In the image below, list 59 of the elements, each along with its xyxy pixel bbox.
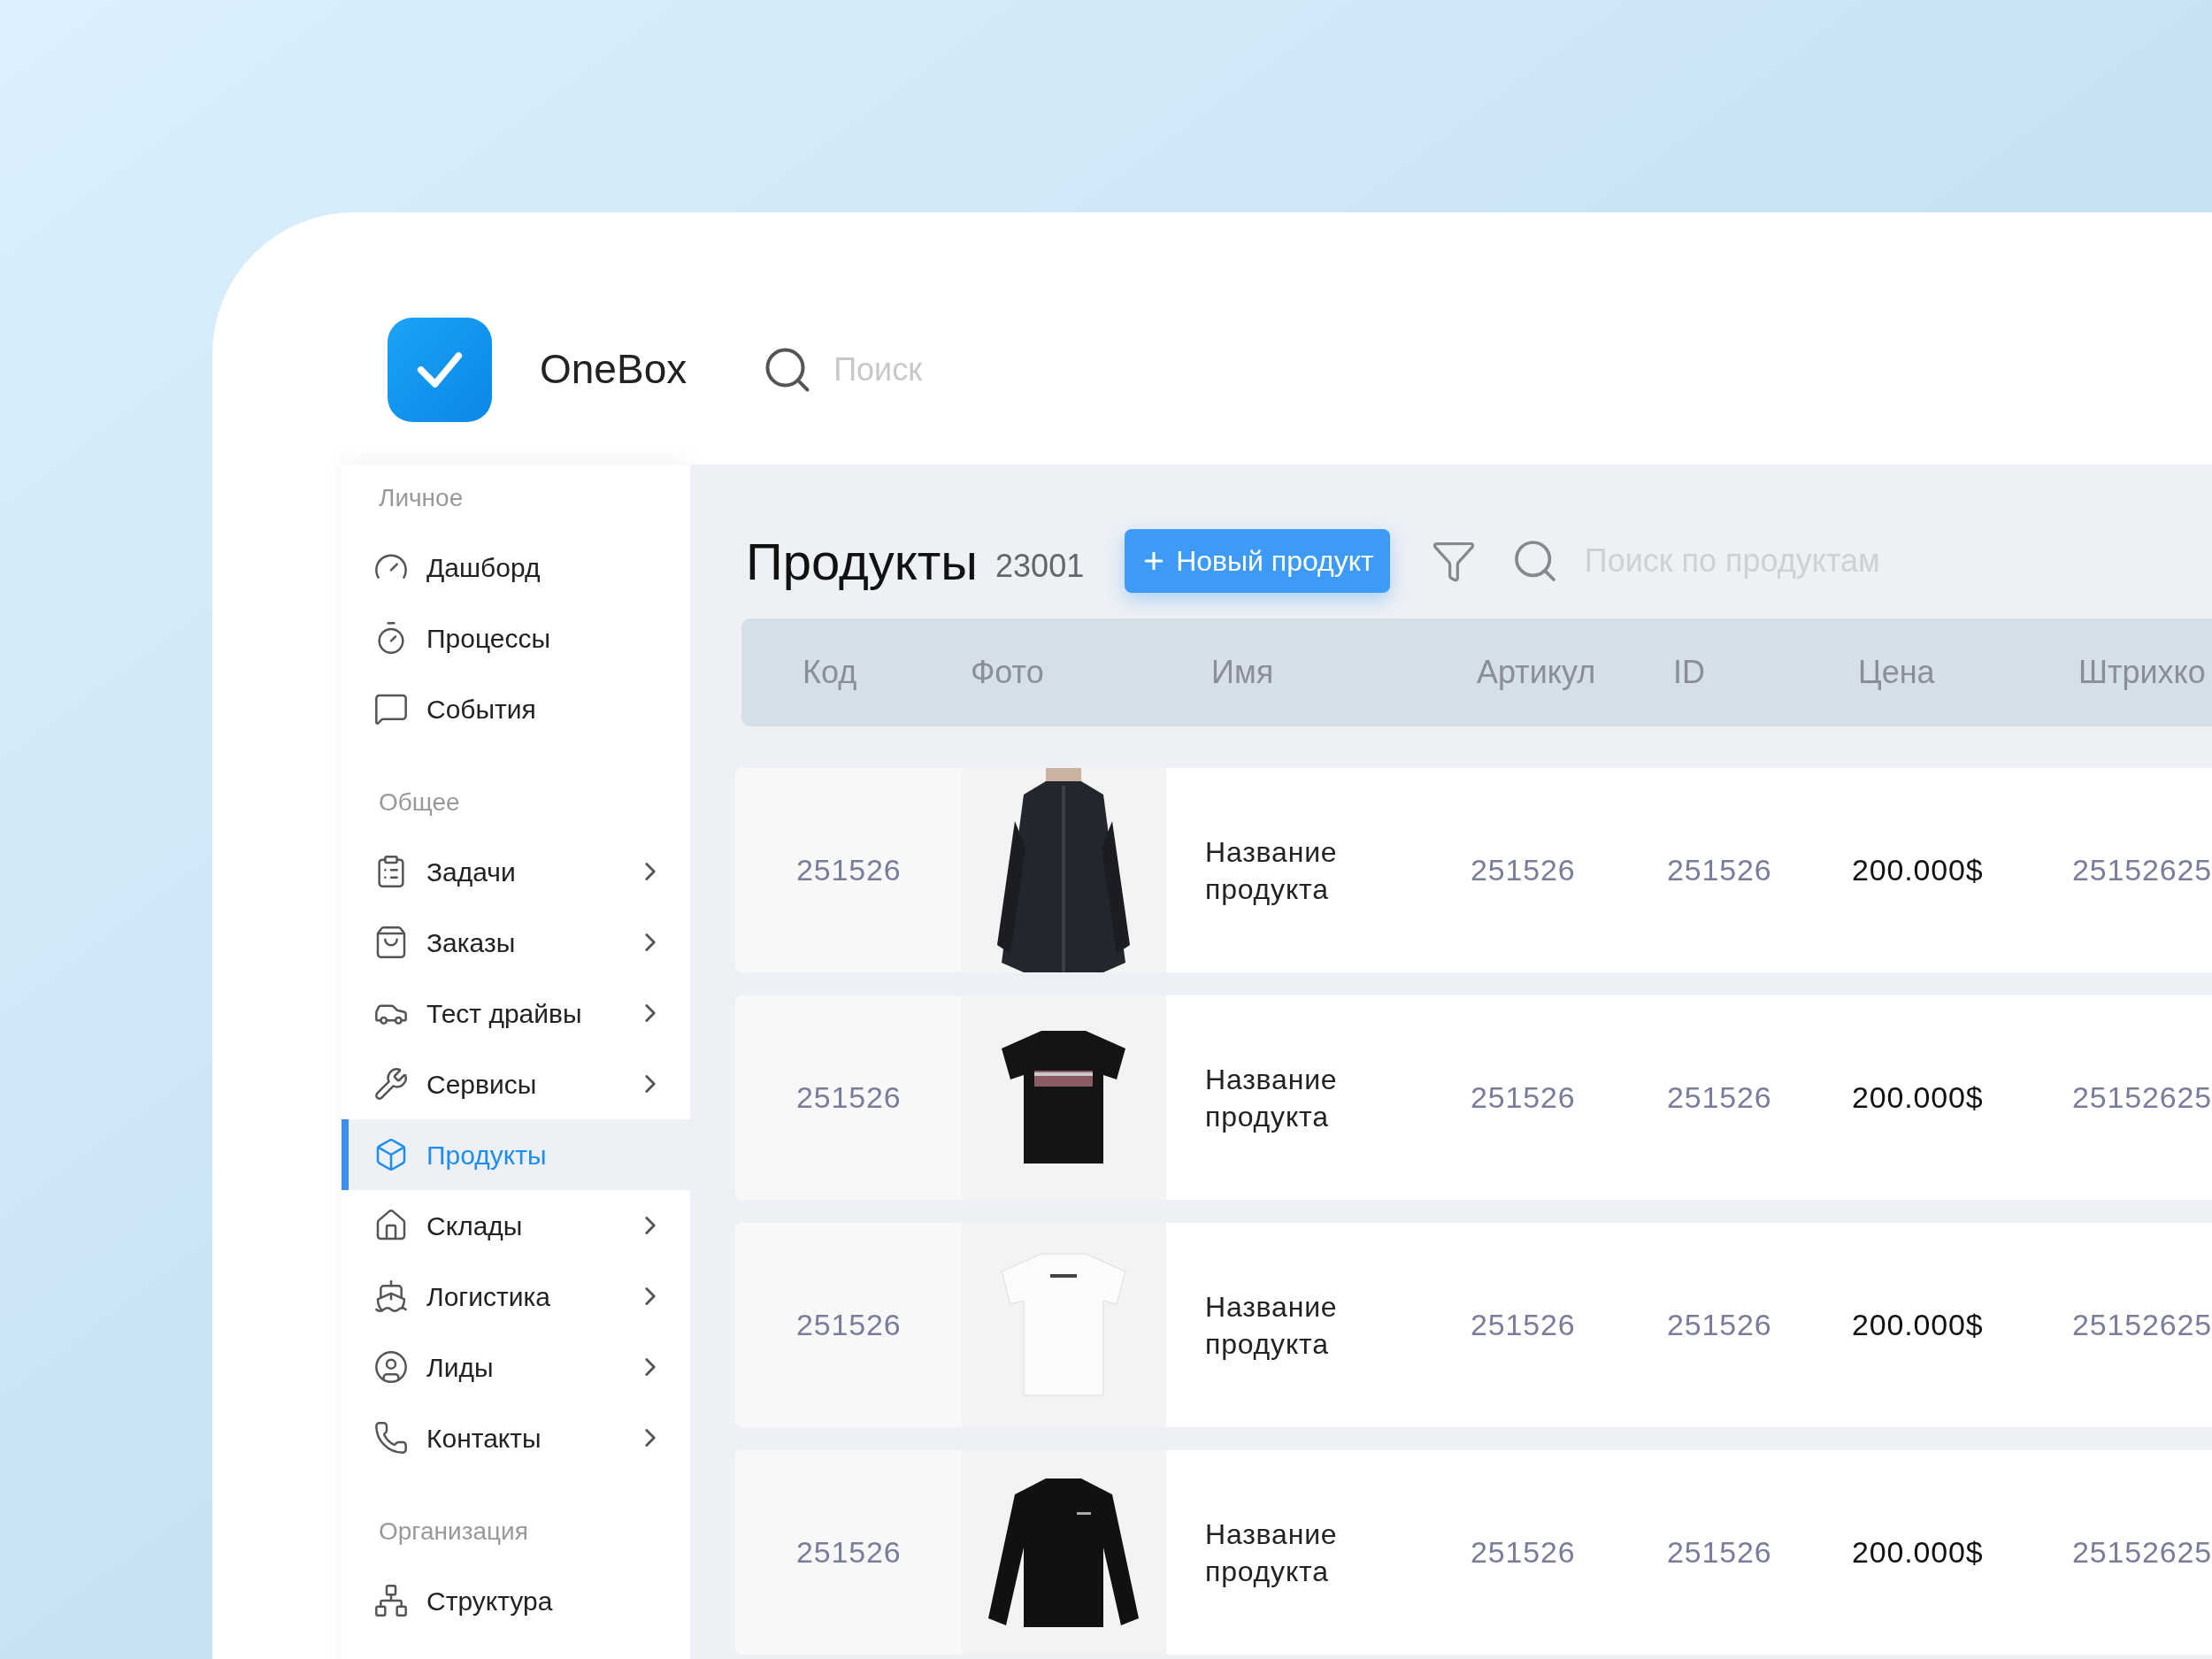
column-header: Цена bbox=[1857, 653, 1936, 692]
hierarchy-icon bbox=[373, 1583, 409, 1618]
table-cell-text: 25152625 bbox=[2071, 1534, 2212, 1571]
table-cell-text: 251526 bbox=[1666, 852, 1773, 888]
sidebar-item[interactable]: Заказы bbox=[342, 907, 690, 978]
product-name: Название продукта bbox=[1205, 1062, 1339, 1134]
ship-icon bbox=[373, 1279, 409, 1314]
table-cell-text: 251526 bbox=[795, 852, 902, 888]
product-name: Название продукта bbox=[1205, 1517, 1339, 1589]
section-label: Организация bbox=[378, 1517, 529, 1547]
sidebar-item[interactable]: Процессы bbox=[342, 603, 690, 673]
sidebar-item[interactable]: Структура bbox=[342, 1565, 690, 1636]
column-header: Код bbox=[802, 653, 858, 692]
table-cell-text: 251526 bbox=[1666, 1534, 1773, 1571]
sidebar-item[interactable]: Лиды bbox=[342, 1332, 690, 1402]
table-row[interactable]: 251526 Название продукта 251526 251526 200.000$ 25152625 bbox=[735, 1450, 2212, 1655]
table-cell-text: 251526 bbox=[795, 1534, 902, 1571]
table-cell-text: 25152625 bbox=[2071, 852, 2212, 888]
section-label: Личное bbox=[378, 483, 465, 513]
sidebar-item[interactable]: Контакты bbox=[342, 1402, 690, 1473]
table-cell-text: 251526 bbox=[1666, 1307, 1773, 1343]
logo-icon bbox=[388, 317, 492, 422]
price: 200.000$ bbox=[1851, 1307, 1985, 1343]
wrench-icon bbox=[373, 1066, 409, 1102]
product-name: Название продукта bbox=[1205, 1289, 1339, 1362]
table-cell-text: 251526 bbox=[1470, 1307, 1577, 1343]
table-cell-text: 25152625 bbox=[2071, 1307, 2212, 1343]
table-cell-text: 251526 bbox=[795, 1307, 902, 1343]
column-header: Фото bbox=[970, 653, 1045, 692]
sidebar-item[interactable]: Задачи bbox=[342, 836, 690, 907]
table-cell-text: 251526 bbox=[1470, 1079, 1577, 1116]
table-cell-text: 251526 bbox=[1470, 1534, 1577, 1571]
table-cell-text: 251526 bbox=[1470, 852, 1577, 888]
sidebar-item[interactable]: Дашборд bbox=[342, 532, 690, 603]
column-header: ID bbox=[1672, 653, 1706, 692]
sidebar-item[interactable]: Логистика bbox=[342, 1261, 690, 1332]
table-row[interactable]: 251526 Название продукта 251526 251526 200.000$ 25152625 bbox=[735, 768, 2212, 972]
sidebar-item[interactable]: Сервисы bbox=[342, 1048, 690, 1119]
price: 200.000$ bbox=[1851, 852, 1985, 888]
sidebar-item[interactable]: События bbox=[342, 673, 690, 744]
table-row[interactable]: 251526 Название продукта 251526 251526 200.000$ 25152625 bbox=[735, 1223, 2212, 1427]
user-icon bbox=[373, 1349, 409, 1385]
table-cell-text: 25152625 bbox=[2071, 1079, 2212, 1116]
column-header: Штрихко bbox=[2078, 653, 2207, 692]
price: 200.000$ bbox=[1851, 1534, 1985, 1571]
sidebar-item[interactable]: Склады bbox=[342, 1190, 690, 1261]
table-cell-text: 251526 bbox=[795, 1079, 902, 1116]
product-name: Название продукта bbox=[1205, 834, 1339, 907]
price: 200.000$ bbox=[1851, 1079, 1985, 1116]
app-name: OneBox bbox=[540, 345, 687, 394]
page-title: Продукты bbox=[746, 531, 979, 592]
product-count: 23001 bbox=[995, 547, 1085, 586]
sidebar-item[interactable]: Тест драйвы bbox=[342, 978, 690, 1048]
column-header: Артикул bbox=[1476, 653, 1597, 692]
section-label: Общее bbox=[378, 787, 461, 818]
phone-icon bbox=[373, 1420, 409, 1455]
table-cell-text: 251526 bbox=[1666, 1079, 1773, 1116]
column-header: Имя bbox=[1210, 653, 1275, 692]
table-row[interactable]: 251526 Название продукта 251526 251526 200.000$ 25152625 bbox=[735, 995, 2212, 1200]
